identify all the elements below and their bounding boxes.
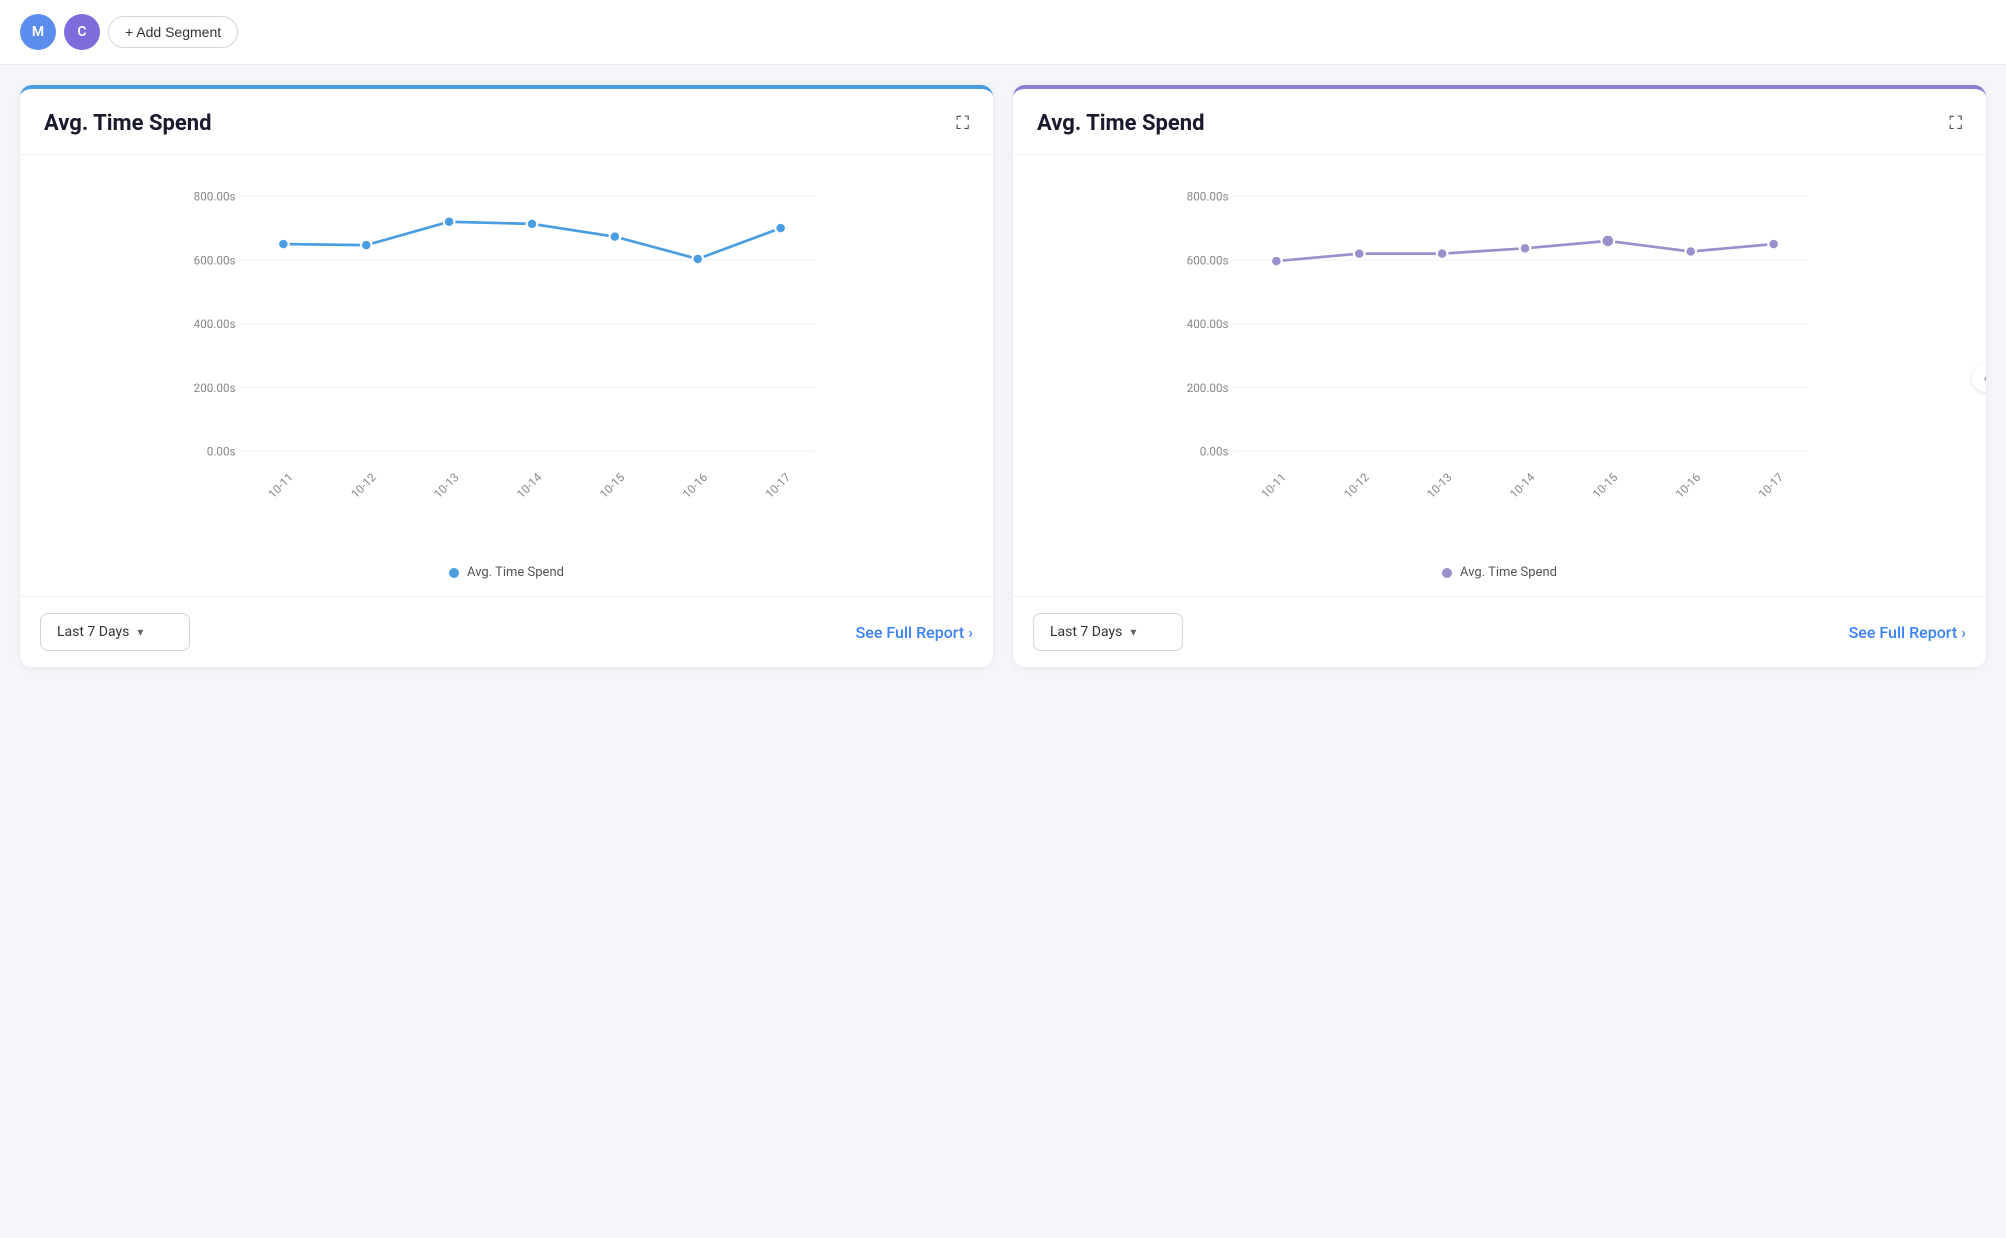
avatar-m[interactable]: M xyxy=(20,14,56,50)
svg-text:10-11: 10-11 xyxy=(265,470,296,501)
svg-text:10-16: 10-16 xyxy=(680,470,711,501)
chevron-right-icon-1: › xyxy=(968,623,973,642)
svg-text:10-13: 10-13 xyxy=(1424,470,1455,501)
chart-card-1: Avg. Time Spend ⛶ 800.00s 600.00s 400.00… xyxy=(20,85,993,667)
svg-text:10-12: 10-12 xyxy=(1341,470,1372,501)
legend-dot-1 xyxy=(449,568,459,578)
svg-text:0.00s: 0.00s xyxy=(1200,445,1229,459)
chevron-right-icon-2: › xyxy=(1961,623,1966,642)
svg-text:10-17: 10-17 xyxy=(762,470,793,501)
legend-label-2: Avg. Time Spend xyxy=(1460,565,1557,580)
svg-text:200.00s: 200.00s xyxy=(1187,381,1229,395)
svg-text:10-14: 10-14 xyxy=(1507,470,1538,501)
chart-card-2: ‹ Avg. Time Spend ⛶ 800.00s 600.00s 400.… xyxy=(1013,85,1986,667)
svg-text:0.00s: 0.00s xyxy=(207,445,236,459)
legend-dot-2 xyxy=(1442,568,1452,578)
svg-text:600.00s: 600.00s xyxy=(1187,253,1229,267)
card-header-2: Avg. Time Spend ⛶ xyxy=(1013,89,1986,155)
svg-text:200.00s: 200.00s xyxy=(194,381,236,395)
expand-icon-1[interactable]: ⛶ xyxy=(956,113,969,134)
svg-text:10-16: 10-16 xyxy=(1673,470,1704,501)
svg-text:400.00s: 400.00s xyxy=(194,317,236,331)
chart-area-1: 800.00s 600.00s 400.00s 200.00s 0.00s 10… xyxy=(20,155,993,555)
svg-text:10-13: 10-13 xyxy=(431,470,462,501)
time-range-dropdown-2[interactable]: Last 7 Days ▾ xyxy=(1033,613,1183,651)
card-header-1: Avg. Time Spend ⛶ xyxy=(20,89,993,155)
svg-text:800.00s: 800.00s xyxy=(1187,190,1229,204)
see-full-report-link-2[interactable]: See Full Report › xyxy=(1849,623,1966,642)
svg-text:10-12: 10-12 xyxy=(348,470,379,501)
legend-label-1: Avg. Time Spend xyxy=(467,565,564,580)
legend-area-1: Avg. Time Spend xyxy=(20,555,993,596)
svg-text:600.00s: 600.00s xyxy=(194,253,236,267)
add-segment-button[interactable]: + Add Segment xyxy=(108,16,238,48)
legend-area-2: Avg. Time Spend xyxy=(1013,555,1986,596)
svg-text:400.00s: 400.00s xyxy=(1187,317,1229,331)
svg-text:10-17: 10-17 xyxy=(1755,470,1786,501)
expand-icon-2[interactable]: ⛶ xyxy=(1949,113,1962,134)
svg-text:10-11: 10-11 xyxy=(1258,470,1289,501)
svg-text:800.00s: 800.00s xyxy=(194,190,236,204)
chart-area-2: 800.00s 600.00s 400.00s 200.00s 0.00s 10… xyxy=(1013,155,1986,555)
svg-text:10-15: 10-15 xyxy=(1590,470,1621,501)
dropdown-arrow-2: ▾ xyxy=(1130,625,1136,639)
see-full-report-link-1[interactable]: See Full Report › xyxy=(856,623,973,642)
card-footer-2: Last 7 Days ▾ See Full Report › xyxy=(1013,596,1986,667)
card-title-2: Avg. Time Spend xyxy=(1037,111,1204,136)
svg-text:10-14: 10-14 xyxy=(514,470,545,501)
time-range-dropdown-1[interactable]: Last 7 Days ▾ xyxy=(40,613,190,651)
dropdown-arrow-1: ▾ xyxy=(137,625,143,639)
card-footer-1: Last 7 Days ▾ See Full Report › xyxy=(20,596,993,667)
top-bar: M C + Add Segment xyxy=(0,0,2006,65)
main-content: Avg. Time Spend ⛶ 800.00s 600.00s 400.00… xyxy=(0,65,2006,687)
avatar-c[interactable]: C xyxy=(64,14,100,50)
card-title-1: Avg. Time Spend xyxy=(44,111,211,136)
svg-text:10-15: 10-15 xyxy=(597,470,628,501)
